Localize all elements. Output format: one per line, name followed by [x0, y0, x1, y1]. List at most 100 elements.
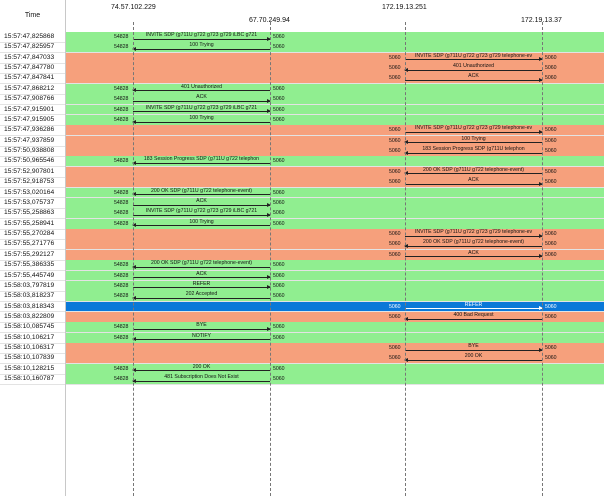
message-arrow[interactable]: REFER	[133, 281, 271, 291]
message-arrow[interactable]: ACK	[133, 197, 271, 208]
host-label-1: 74.57.102.229	[111, 4, 156, 11]
message-label: INVITE SDP (g711U g722 g723 g729 telepho…	[414, 229, 533, 236]
message-arrow[interactable]: 100 Trying	[404, 136, 542, 146]
row-timestamp: 15:57:52,918753	[4, 178, 55, 186]
row-timestamp: 15:58:03,818237	[4, 292, 55, 300]
left-port-label: 5060	[389, 231, 401, 238]
message-arrow[interactable]: BYE	[133, 322, 271, 332]
right-port-label: 5060	[273, 34, 285, 40]
row-timestamp: 15:58:03,797819	[4, 281, 55, 289]
right-port-label: 5060	[273, 262, 285, 269]
message-arrow[interactable]: INVITE SDP (g711U g722 g723 g729 telepho…	[405, 53, 543, 63]
row-timestamp: 15:57:55,258941	[4, 219, 55, 227]
message-label: ACK	[468, 249, 479, 256]
row-divider	[0, 384, 604, 386]
row-timestamp: 15:57:47,847780	[4, 64, 55, 72]
message-arrow[interactable]: 202 Accepted	[132, 291, 270, 301]
message-arrow[interactable]: INVITE SDP (g711U g722 g723 g729 telepho…	[405, 229, 543, 239]
left-port-label: 54828	[114, 376, 129, 383]
message-arrow[interactable]: 183 Session Progress SDP (g711U telephon	[404, 146, 542, 156]
message-arrow[interactable]: INVITE SDP (g711U g722 g723 g729 iLBC g7…	[133, 32, 271, 42]
row-timestamp: 15:58:10,128215	[4, 364, 55, 372]
message-arrow[interactable]: INVITE SDP (g711U g722 g723 g729 iLBC g7…	[133, 208, 271, 218]
message-arrow[interactable]: ACK	[405, 73, 543, 83]
row-timestamp: 15:57:55,271776	[4, 240, 55, 248]
left-port-label: 54828	[114, 189, 129, 196]
message-arrow[interactable]: NOTIFY	[132, 332, 270, 343]
message-arrow[interactable]: INVITE SDP (g711U g722 g723 g729 iLBC g7…	[133, 105, 271, 115]
arrow-line	[405, 256, 542, 258]
right-port-label: 5060	[273, 210, 285, 217]
right-port-label: 5060	[273, 44, 285, 51]
message-arrow[interactable]: 100 Trying	[132, 115, 270, 125]
row-timestamp: 15:57:47,847841	[4, 74, 55, 82]
message-label: NOTIFY	[191, 332, 212, 339]
message-label: ACK	[196, 197, 207, 204]
left-port-label: 54828	[114, 334, 129, 341]
right-port-label: 5060	[545, 345, 557, 352]
time-column-header: Time	[24, 12, 41, 19]
left-port-label: 54828	[114, 85, 129, 92]
message-arrow[interactable]: 200 OK	[132, 364, 270, 374]
message-arrow[interactable]: INVITE SDP (g711U g722 g723 g729 telepho…	[405, 125, 543, 135]
message-arrow[interactable]: 200 OK	[404, 353, 542, 363]
arrow-line	[133, 48, 270, 50]
arrow-line	[133, 111, 270, 113]
message-arrow[interactable]: 200 OK SDP (g711U g722 telephone-event)	[404, 239, 542, 249]
arrow-line	[405, 349, 542, 351]
message-arrow[interactable]: 200 OK SDP (g711U g722 telephone-event)	[132, 260, 270, 270]
message-arrow[interactable]: 401 Unauthorized	[404, 63, 542, 73]
host-3-lifeline	[405, 22, 406, 496]
left-port-label: 5060	[389, 345, 401, 352]
message-label: BYE	[196, 322, 207, 329]
right-port-label: 5060	[273, 282, 285, 289]
right-port-label: 5060	[545, 179, 557, 186]
right-port-label: 5060	[273, 293, 285, 300]
row-timestamp: 15:58:10,106317	[4, 344, 55, 352]
message-arrow[interactable]: 100 Trying	[132, 42, 270, 52]
left-port-label: 5060	[389, 303, 401, 310]
row-timestamp: 15:58:10,106217	[4, 333, 55, 341]
message-label: 202 Accepted	[185, 291, 218, 298]
host-2-lifeline	[270, 22, 271, 496]
right-port-label: 5060	[273, 158, 285, 165]
message-label: ACK	[196, 270, 207, 277]
message-arrow[interactable]: 481 Subscription Does Not Exist	[132, 374, 270, 384]
row-timestamp: 15:57:47,847033	[4, 53, 55, 61]
arrow-line	[133, 266, 270, 268]
message-arrow[interactable]: ACK	[133, 94, 271, 104]
arrow-line	[133, 339, 270, 341]
message-arrow[interactable]: 100 Trying	[132, 219, 270, 229]
message-arrow[interactable]: BYE	[405, 343, 543, 353]
right-port-label: 5060	[545, 241, 557, 248]
message-arrow[interactable]: ACK	[133, 270, 271, 281]
arrow-line	[405, 59, 542, 61]
left-port-label: 5060	[389, 137, 401, 144]
row-timestamp: 15:57:47,908766	[4, 95, 55, 103]
message-arrow[interactable]: 200 OK SDP (g711U g722 telephone-event)	[132, 187, 270, 198]
message-arrow[interactable]: 400 Bad Request	[404, 311, 542, 322]
message-label: 200 OK SDP (g711U g722 telephone-event)	[422, 166, 525, 173]
arrow-line	[405, 152, 542, 154]
arrow-line	[133, 277, 270, 279]
message-arrow[interactable]: ACK	[405, 249, 543, 260]
message-arrow[interactable]: 200 OK SDP (g711U g722 telephone-event)	[404, 166, 542, 177]
arrow-line	[133, 194, 270, 196]
message-arrow[interactable]: REFER	[405, 301, 543, 312]
message-label: 400 Bad Request	[453, 311, 494, 318]
message-arrow[interactable]: 401 Unauthorized	[132, 83, 270, 94]
message-label: 401 Unauthorized	[181, 83, 222, 90]
message-label: 481 Subscription Does Not Exist	[164, 374, 239, 381]
message-label: 200 OK SDP (g711U g722 telephone-event)	[150, 187, 253, 194]
right-port-label: 5060	[273, 334, 285, 341]
right-port-label: 5060	[545, 75, 557, 82]
message-label: REFER	[464, 301, 483, 308]
host-1-lifeline	[133, 22, 134, 496]
row-timestamp: 15:57:47,868212	[4, 84, 55, 92]
left-port-label: 5060	[389, 241, 401, 248]
row-timestamp: 15:57:47,825957	[4, 43, 55, 51]
message-arrow[interactable]: 183 Session Progress SDP (g711U g722 tel…	[132, 156, 270, 166]
left-port-label: 54828	[114, 220, 129, 227]
arrow-line	[133, 370, 270, 372]
message-arrow[interactable]: ACK	[405, 177, 543, 187]
